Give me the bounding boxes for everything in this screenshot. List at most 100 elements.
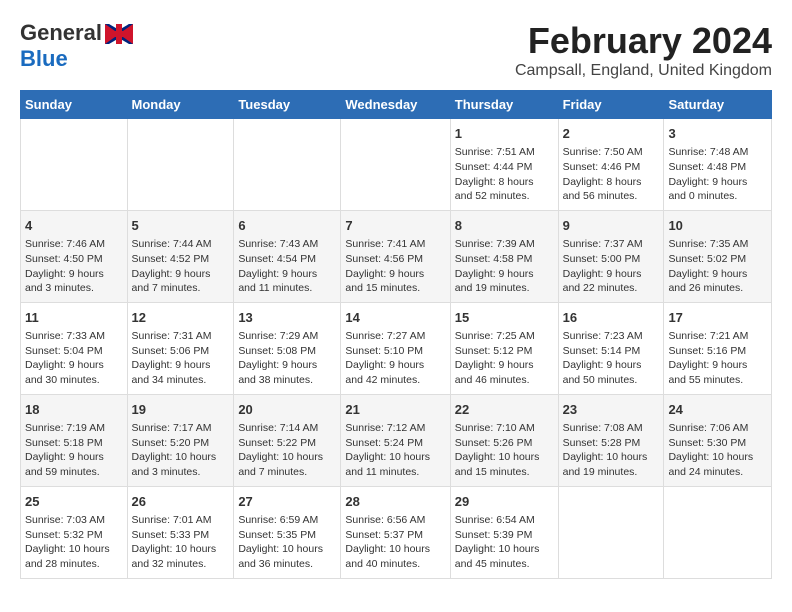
header-wednesday: Wednesday	[341, 91, 450, 119]
day-info: Sunrise: 7:41 AMSunset: 4:56 PMDaylight:…	[345, 237, 445, 296]
day-number: 21	[345, 401, 445, 419]
day-number: 3	[668, 125, 767, 143]
day-number: 13	[238, 309, 336, 327]
table-row	[664, 486, 772, 578]
day-info: Sunrise: 7:29 AMSunset: 5:08 PMDaylight:…	[238, 329, 336, 388]
table-row: 6Sunrise: 7:43 AMSunset: 4:54 PMDaylight…	[234, 210, 341, 302]
day-number: 8	[455, 217, 554, 235]
logo-general: General	[20, 20, 102, 46]
day-number: 4	[25, 217, 123, 235]
table-row: 9 Sunrise: 7:37 AMSunset: 5:00 PMDaylight…	[558, 210, 664, 302]
day-number: 23	[563, 401, 660, 419]
calendar-week-row: 1 Sunrise: 7:51 AMSunset: 4:44 PMDaylight…	[21, 119, 772, 211]
header: General Blue February 2024 Campsall, Eng…	[20, 20, 772, 80]
table-row: 5Sunrise: 7:44 AMSunset: 4:52 PMDaylight…	[127, 210, 234, 302]
header-sunday: Sunday	[21, 91, 128, 119]
day-number: 10	[668, 217, 767, 235]
day-info: Sunrise: 7:25 AMSunset: 5:12 PMDaylight:…	[455, 329, 554, 388]
logo-flag-icon	[105, 24, 133, 44]
table-row: 26Sunrise: 7:01 AMSunset: 5:33 PMDayligh…	[127, 486, 234, 578]
table-row: 12Sunrise: 7:31 AMSunset: 5:06 PMDayligh…	[127, 302, 234, 394]
table-row: 17Sunrise: 7:21 AMSunset: 5:16 PMDayligh…	[664, 302, 772, 394]
table-row: 20Sunrise: 7:14 AMSunset: 5:22 PMDayligh…	[234, 394, 341, 486]
page-title: February 2024	[515, 20, 772, 62]
day-number: 27	[238, 493, 336, 511]
table-row	[234, 119, 341, 211]
day-info: Sunrise: 7:27 AMSunset: 5:10 PMDaylight:…	[345, 329, 445, 388]
day-number: 15	[455, 309, 554, 327]
table-row: 16 Sunrise: 7:23 AMSunset: 5:14 PMDayligh…	[558, 302, 664, 394]
calendar-week-row: 11Sunrise: 7:33 AMSunset: 5:04 PMDayligh…	[21, 302, 772, 394]
day-number: 18	[25, 401, 123, 419]
day-info: Sunrise: 7:19 AMSunset: 5:18 PMDaylight:…	[25, 421, 123, 480]
day-info: Sunrise: 7:39 AMSunset: 4:58 PMDaylight:…	[455, 237, 554, 296]
header-thursday: Thursday	[450, 91, 558, 119]
day-info: Sunrise: 6:54 AMSunset: 5:39 PMDaylight:…	[455, 513, 554, 572]
day-info: Sunrise: 7:51 AMSunset: 4:44 PMDaylight:…	[455, 145, 554, 204]
table-row: 23 Sunrise: 7:08 AMSunset: 5:28 PMDayligh…	[558, 394, 664, 486]
calendar-table: Sunday Monday Tuesday Wednesday Thursday…	[20, 90, 772, 579]
title-section: February 2024 Campsall, England, United …	[515, 20, 772, 80]
table-row: 24Sunrise: 7:06 AMSunset: 5:30 PMDayligh…	[664, 394, 772, 486]
logo: General Blue	[20, 20, 133, 72]
day-info: Sunrise: 7:23 AMSunset: 5:14 PMDaylight:…	[563, 329, 660, 388]
header-monday: Monday	[127, 91, 234, 119]
table-row: 28Sunrise: 6:56 AMSunset: 5:37 PMDayligh…	[341, 486, 450, 578]
day-number: 22	[455, 401, 554, 419]
calendar-week-row: 18 Sunrise: 7:19 AMSunset: 5:18 PMDayligh…	[21, 394, 772, 486]
day-number: 20	[238, 401, 336, 419]
day-number: 2	[563, 125, 660, 143]
header-tuesday: Tuesday	[234, 91, 341, 119]
day-number: 12	[132, 309, 230, 327]
header-friday: Friday	[558, 91, 664, 119]
table-row: 27 Sunrise: 6:59 AMSunset: 5:35 PMDayligh…	[234, 486, 341, 578]
table-row: 13 Sunrise: 7:29 AMSunset: 5:08 PMDayligh…	[234, 302, 341, 394]
table-row: 18 Sunrise: 7:19 AMSunset: 5:18 PMDayligh…	[21, 394, 128, 486]
day-info: Sunrise: 7:03 AMSunset: 5:32 PMDaylight:…	[25, 513, 123, 572]
day-info: Sunrise: 7:12 AMSunset: 5:24 PMDaylight:…	[345, 421, 445, 480]
day-info: Sunrise: 7:46 AMSunset: 4:50 PMDaylight:…	[25, 237, 123, 296]
table-row: 8 Sunrise: 7:39 AMSunset: 4:58 PMDaylight…	[450, 210, 558, 302]
day-info: Sunrise: 7:21 AMSunset: 5:16 PMDaylight:…	[668, 329, 767, 388]
day-number: 1	[455, 125, 554, 143]
table-row: 25 Sunrise: 7:03 AMSunset: 5:32 PMDayligh…	[21, 486, 128, 578]
table-row: 3 Sunrise: 7:48 AMSunset: 4:48 PMDaylight…	[664, 119, 772, 211]
table-row	[127, 119, 234, 211]
day-info: Sunrise: 6:59 AMSunset: 5:35 PMDaylight:…	[238, 513, 336, 572]
day-number: 29	[455, 493, 554, 511]
day-number: 9	[563, 217, 660, 235]
table-row: 19Sunrise: 7:17 AMSunset: 5:20 PMDayligh…	[127, 394, 234, 486]
day-info: Sunrise: 7:01 AMSunset: 5:33 PMDaylight:…	[132, 513, 230, 572]
day-number: 19	[132, 401, 230, 419]
day-info: Sunrise: 7:08 AMSunset: 5:28 PMDaylight:…	[563, 421, 660, 480]
day-info: Sunrise: 7:43 AMSunset: 4:54 PMDaylight:…	[238, 237, 336, 296]
table-row: 14 Sunrise: 7:27 AMSunset: 5:10 PMDayligh…	[341, 302, 450, 394]
table-row: 7Sunrise: 7:41 AMSunset: 4:56 PMDaylight…	[341, 210, 450, 302]
day-number: 16	[563, 309, 660, 327]
day-info: Sunrise: 7:10 AMSunset: 5:26 PMDaylight:…	[455, 421, 554, 480]
table-row: 11Sunrise: 7:33 AMSunset: 5:04 PMDayligh…	[21, 302, 128, 394]
table-row: 22 Sunrise: 7:10 AMSunset: 5:26 PMDayligh…	[450, 394, 558, 486]
table-row: 15 Sunrise: 7:25 AMSunset: 5:12 PMDayligh…	[450, 302, 558, 394]
table-row: 10 Sunrise: 7:35 AMSunset: 5:02 PMDayligh…	[664, 210, 772, 302]
table-row: 21 Sunrise: 7:12 AMSunset: 5:24 PMDayligh…	[341, 394, 450, 486]
table-row: 29 Sunrise: 6:54 AMSunset: 5:39 PMDayligh…	[450, 486, 558, 578]
table-row: 4 Sunrise: 7:46 AMSunset: 4:50 PMDaylight…	[21, 210, 128, 302]
table-row	[21, 119, 128, 211]
logo-blue: Blue	[20, 46, 68, 71]
day-info: Sunrise: 7:35 AMSunset: 5:02 PMDaylight:…	[668, 237, 767, 296]
day-info: Sunrise: 7:50 AMSunset: 4:46 PMDaylight:…	[563, 145, 660, 204]
table-row	[558, 486, 664, 578]
day-number: 24	[668, 401, 767, 419]
day-number: 25	[25, 493, 123, 511]
day-info: Sunrise: 6:56 AMSunset: 5:37 PMDaylight:…	[345, 513, 445, 572]
calendar-header-row: Sunday Monday Tuesday Wednesday Thursday…	[21, 91, 772, 119]
day-info: Sunrise: 7:48 AMSunset: 4:48 PMDaylight:…	[668, 145, 767, 204]
table-row: 2 Sunrise: 7:50 AMSunset: 4:46 PMDaylight…	[558, 119, 664, 211]
day-number: 11	[25, 309, 123, 327]
day-number: 5	[132, 217, 230, 235]
calendar-week-row: 25 Sunrise: 7:03 AMSunset: 5:32 PMDayligh…	[21, 486, 772, 578]
table-row: 1 Sunrise: 7:51 AMSunset: 4:44 PMDaylight…	[450, 119, 558, 211]
day-number: 14	[345, 309, 445, 327]
day-info: Sunrise: 7:37 AMSunset: 5:00 PMDaylight:…	[563, 237, 660, 296]
